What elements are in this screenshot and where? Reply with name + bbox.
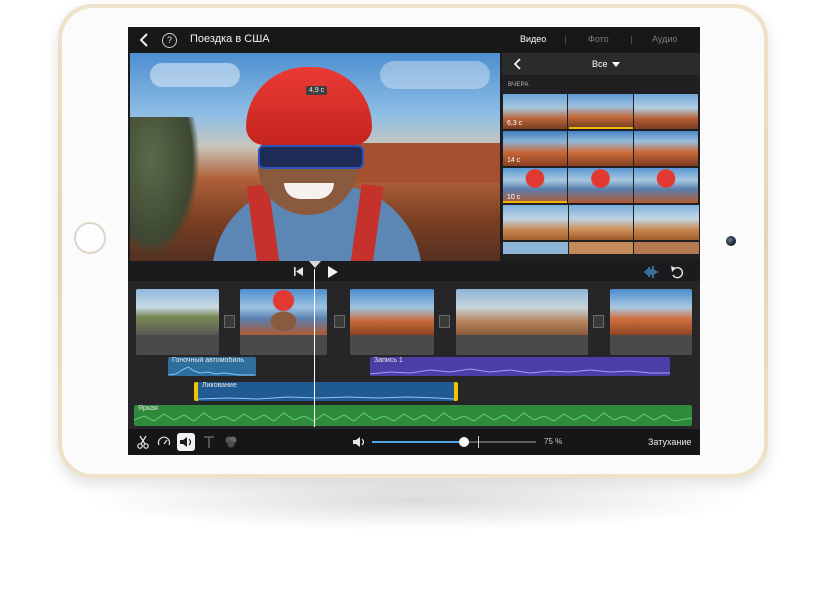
scissors-icon[interactable] <box>136 435 150 449</box>
audio-track-label: Гоночный автомобиль <box>172 357 245 364</box>
video-clip[interactable] <box>610 289 692 355</box>
viewer-image-part <box>246 67 372 145</box>
audio-track[interactable]: Запись 1 <box>370 357 670 376</box>
imovie-screen: ? Поездка в США Видео Фото Аудио 4,9 c В… <box>128 27 700 455</box>
volume-slider-knob[interactable] <box>459 437 469 447</box>
skip-back-icon[interactable] <box>294 267 303 276</box>
audio-track-label: Запись 1 <box>374 357 403 364</box>
volume-slider-fill <box>372 441 464 443</box>
video-clip[interactable] <box>136 289 219 355</box>
thumbnail-grid: 6,3 c 14 c 10 c <box>503 94 700 256</box>
back-chevron-icon[interactable] <box>512 58 524 70</box>
transition-button[interactable] <box>439 315 450 328</box>
transition-button[interactable] <box>224 315 235 328</box>
clip-image <box>136 289 219 335</box>
thumbnail-selection-bar <box>569 127 633 129</box>
project-title: Поездка в США <box>190 33 270 45</box>
playhead-line[interactable] <box>314 269 315 427</box>
audio-track[interactable]: Яркая <box>134 405 692 426</box>
thumbnail[interactable] <box>568 168 633 203</box>
thumbnail[interactable] <box>503 205 568 240</box>
section-header: ВЧЕРА <box>508 82 529 88</box>
thumbnail[interactable] <box>568 205 634 240</box>
audio-waveform <box>370 368 670 375</box>
audio-track[interactable]: Гоночный автомобиль <box>168 357 256 376</box>
clip-audio <box>350 335 434 355</box>
titles-icon[interactable] <box>202 435 216 449</box>
volume-icon <box>353 437 365 447</box>
filter-dropdown[interactable]: Все <box>592 59 608 69</box>
audio-waveform <box>134 412 692 422</box>
clip-audio <box>456 335 588 355</box>
thumbnail-selection-bar <box>503 201 567 203</box>
volume-tool-button[interactable] <box>177 433 195 451</box>
play-icon[interactable] <box>328 266 338 278</box>
video-viewer[interactable]: 4,9 c <box>130 53 500 261</box>
back-chevron-icon[interactable] <box>136 31 154 49</box>
dropdown-caret-icon[interactable] <box>612 62 620 67</box>
video-clip[interactable] <box>456 289 588 355</box>
thumbnail-row[interactable] <box>503 205 700 240</box>
home-button[interactable] <box>74 222 106 254</box>
transition-button[interactable] <box>593 315 604 328</box>
audio-track-selected[interactable]: Ликование <box>194 382 458 401</box>
timeline-controls <box>128 261 700 281</box>
playhead-marker[interactable] <box>309 261 321 268</box>
timeline[interactable]: Гоночный автомобиль Запись 1 Ликование Я… <box>128 261 700 429</box>
help-icon[interactable]: ? <box>162 33 177 48</box>
viewer-image-part <box>350 143 500 183</box>
clip-image <box>610 289 692 335</box>
device-shadow <box>90 470 740 530</box>
thumbnail-row[interactable]: 6,3 c <box>503 94 699 129</box>
clip-audio <box>610 335 692 355</box>
tab-divider <box>565 36 566 44</box>
transition-button[interactable] <box>334 315 345 328</box>
front-camera <box>726 236 736 246</box>
thumbnail[interactable] <box>568 131 633 166</box>
tab-photo[interactable]: Фото <box>588 34 609 44</box>
tab-audio[interactable]: Аудио <box>652 34 677 44</box>
thumbnail[interactable] <box>503 242 568 254</box>
video-clip[interactable] <box>350 289 434 355</box>
thumbnail-row[interactable] <box>503 242 700 254</box>
clip-image <box>456 289 588 335</box>
browser-header: Все <box>502 53 700 75</box>
filters-icon[interactable] <box>224 435 238 449</box>
tab-video[interactable]: Видео <box>520 34 546 44</box>
speed-icon[interactable] <box>157 435 171 449</box>
thumbnail-duration: 6,3 c <box>507 120 523 127</box>
volume-percent: 75 % <box>544 437 563 446</box>
tab-divider <box>631 36 632 44</box>
thumbnail-duration: 14 c <box>507 157 521 164</box>
thumbnail[interactable] <box>633 94 698 129</box>
top-bar: ? Поездка в США Видео Фото Аудио <box>128 27 700 53</box>
clip-audio <box>136 335 219 355</box>
waveform-icon[interactable] <box>644 266 658 278</box>
thumbnail-row[interactable]: 10 c <box>503 168 699 203</box>
thumbnail[interactable] <box>634 242 700 254</box>
thumbnail-duration: 10 c <box>507 194 521 201</box>
clip-image <box>350 289 434 335</box>
thumbnail[interactable] <box>568 242 634 254</box>
media-browser: Все ВЧЕРА 6,3 c 14 c 10 c <box>502 53 700 261</box>
thumbnail[interactable] <box>568 94 633 129</box>
thumbnail[interactable] <box>634 205 700 240</box>
bottom-toolbar: 75 % Затухание <box>128 429 700 455</box>
clip-duration-badge: 4,9 c <box>306 86 328 95</box>
audio-waveform <box>168 366 256 376</box>
viewer-image-part <box>150 63 240 87</box>
viewer-image-part <box>258 145 364 169</box>
thumbnail[interactable] <box>633 131 698 166</box>
thumbnail-row[interactable]: 14 c <box>503 131 699 166</box>
undo-icon[interactable] <box>670 265 684 279</box>
volume-icon <box>180 437 192 447</box>
audio-waveform <box>198 396 454 400</box>
audio-track-label: Ликование <box>202 382 237 389</box>
thumbnail[interactable] <box>633 168 698 203</box>
volume-default-mark <box>478 436 479 448</box>
fade-button[interactable]: Затухание <box>648 437 691 447</box>
audio-track-label: Яркая <box>138 405 158 412</box>
viewer-image-part <box>380 61 490 89</box>
viewer-image-part <box>130 117 200 257</box>
